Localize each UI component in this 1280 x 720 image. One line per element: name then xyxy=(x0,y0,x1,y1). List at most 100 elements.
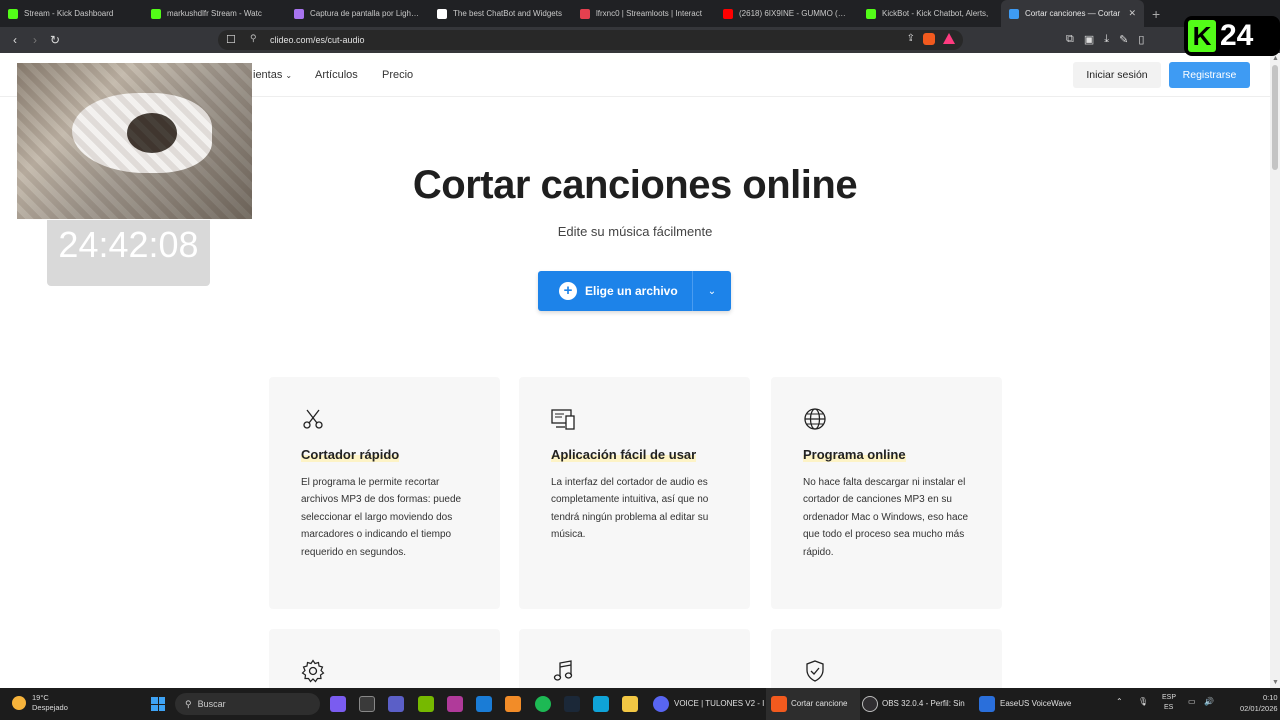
browser-tab-title: Captura de pantalla por Lightsh xyxy=(310,9,421,18)
browser-tab[interactable]: Stream - Kick Dashboard xyxy=(0,0,143,27)
taskbar-voice-label[interactable]: VOICE | TULONES V2 - I xyxy=(674,699,764,708)
address-bar[interactable]: ☐ ⚲ clideo.com/es/cut-audio ⇪ xyxy=(218,30,963,50)
brave-app-icon[interactable] xyxy=(771,696,787,712)
extensions-icon[interactable]: ⧉ xyxy=(1066,33,1074,46)
weather-temp: 19°C xyxy=(32,693,49,702)
globe-icon xyxy=(804,408,826,430)
share-icon[interactable]: ⇪ xyxy=(907,33,915,45)
browser-tab[interactable]: The best ChatBot and Widgets xyxy=(429,0,572,27)
browser-toolbar: ‹ › ↻ ☐ ⚲ clideo.com/es/cut-audio ⇪ ⧉ ▣ … xyxy=(0,27,1280,53)
brave-rewards-icon[interactable] xyxy=(943,33,955,44)
music-note-icon xyxy=(553,660,573,681)
tab-search-icon[interactable]: ▣ xyxy=(1084,33,1094,46)
app-icon[interactable] xyxy=(447,696,463,712)
taskbar-search[interactable]: ⚲ Buscar xyxy=(175,693,320,715)
tray-chevron-up-icon[interactable]: ⌃ xyxy=(1116,697,1123,706)
download-icon[interactable]: ⤓ xyxy=(1104,33,1109,46)
scrollbar-thumb[interactable] xyxy=(1272,65,1278,170)
forward-icon[interactable]: › xyxy=(25,33,45,47)
youtube-icon xyxy=(723,8,733,19)
sidebar-icon[interactable]: ▯ xyxy=(1138,33,1144,46)
taskbar-browser-label[interactable]: Cortar cancione xyxy=(791,699,847,708)
network-icon[interactable]: ▭ xyxy=(1188,697,1196,706)
page-scrollbar[interactable]: ▲ ▼ xyxy=(1270,53,1280,688)
language-indicator[interactable]: ESP ES xyxy=(1162,693,1176,713)
kickbot-icon xyxy=(866,8,876,19)
taskbar-clock[interactable]: 0:10 02/01/2026 xyxy=(1240,692,1278,714)
edge-app-icon[interactable] xyxy=(593,696,609,712)
reload-icon[interactable]: ↻ xyxy=(45,33,65,47)
stream-timer: 24:42:08 xyxy=(47,220,210,286)
choose-file-main[interactable]: + Elige un archivo xyxy=(538,271,693,311)
nav-price-link[interactable]: Precio xyxy=(382,69,413,81)
feather-icon xyxy=(294,8,304,19)
nav-articles-link[interactable]: Artículos xyxy=(315,69,358,81)
browser-tab[interactable]: lfrxnc0 | Streamloots | Interact xyxy=(572,0,715,27)
weather-widget[interactable]: 19°C Despejado xyxy=(12,693,68,713)
copilot-app-icon[interactable] xyxy=(330,696,346,712)
feature-title: Programa online xyxy=(803,447,906,462)
weather-desc: Despejado xyxy=(32,703,68,712)
browser-tab-title: (2618) 6IX9INE - GUMMO (OFF xyxy=(739,9,850,18)
site-info-icon[interactable]: ⚲ xyxy=(250,33,257,44)
discord-app-icon[interactable] xyxy=(653,696,669,712)
new-tab-button[interactable]: + xyxy=(1152,6,1160,22)
scroll-up-icon[interactable]: ▲ xyxy=(1272,55,1279,62)
scroll-down-icon[interactable]: ▼ xyxy=(1272,679,1279,686)
choose-file-button[interactable]: + Elige un archivo ⌄ xyxy=(538,271,731,311)
app-icon[interactable] xyxy=(476,696,492,712)
edit-icon[interactable]: ✎ xyxy=(1119,33,1128,46)
nav-tools-link[interactable]: ientas ⌄ xyxy=(253,69,292,81)
spotify-app-icon[interactable] xyxy=(535,696,551,712)
bookmark-icon[interactable]: ☐ xyxy=(226,33,236,46)
browser-tab[interactable]: Cortar canciones — Cortar ✕ xyxy=(1001,0,1144,27)
browser-tab[interactable]: markushdlfr Stream - Watc xyxy=(143,0,286,27)
teams-app-icon[interactable] xyxy=(388,696,404,712)
browser-tab-title: lfrxnc0 | Streamloots | Interact xyxy=(596,9,702,18)
webcam-overlay xyxy=(17,63,252,219)
kick-icon xyxy=(151,8,161,19)
clideo-icon xyxy=(1009,8,1019,19)
feature-title: Aplicación fácil de usar xyxy=(551,447,697,462)
chevron-down-icon: ⌄ xyxy=(285,71,293,80)
folder-app-icon[interactable] xyxy=(622,696,638,712)
nvidia-app-icon[interactable] xyxy=(418,696,434,712)
search-icon: ⚲ xyxy=(185,698,192,709)
feature-card: Programa online No hace falta descargar … xyxy=(771,377,1002,609)
choose-file-label: Elige un archivo xyxy=(585,284,678,298)
browser-tab-title: Stream - Kick Dashboard xyxy=(24,9,114,18)
taskbar-obs-label[interactable]: OBS 32.0.4 - Perfil: Sin xyxy=(882,699,965,708)
feature-card xyxy=(269,629,500,688)
shield-check-icon xyxy=(806,660,824,682)
feature-title: Cortador rápido xyxy=(301,447,400,462)
plus-circle-icon: + xyxy=(559,282,577,300)
brave-shield-icon[interactable] xyxy=(923,33,935,45)
browser-tab[interactable]: (2618) 6IX9INE - GUMMO (OFF xyxy=(715,0,858,27)
browser-tab[interactable]: Captura de pantalla por Lightsh xyxy=(286,0,429,27)
blanket-texture xyxy=(17,63,252,219)
url-text: clideo.com/es/cut-audio xyxy=(270,35,365,45)
nav-tools-label: ientas xyxy=(253,69,283,81)
chevron-down-icon[interactable]: ⌄ xyxy=(693,286,731,297)
feature-text: No hace falta descargar ni instalar el c… xyxy=(803,477,969,558)
close-tab-icon[interactable]: ✕ xyxy=(1128,8,1136,19)
back-icon[interactable]: ‹ xyxy=(5,33,25,47)
microphone-icon[interactable]: 🎙 xyxy=(1138,697,1148,706)
steam-app-icon[interactable] xyxy=(564,696,580,712)
windows-start-icon[interactable] xyxy=(151,697,165,711)
volume-icon[interactable]: 🔊 xyxy=(1204,697,1214,706)
easeus-app-icon[interactable] xyxy=(979,696,995,712)
register-button[interactable]: Registrarse xyxy=(1169,62,1250,88)
store-app-icon[interactable] xyxy=(359,696,375,712)
browser-tab-title: Cortar canciones — Cortar xyxy=(1025,9,1121,18)
streamloots-icon xyxy=(580,8,590,19)
browser-tab[interactable]: KickBot - Kick Chatbot, Alerts, xyxy=(858,0,1001,27)
obs-app-icon[interactable] xyxy=(862,696,878,712)
feature-card: Aplicación fácil de usar La interfaz del… xyxy=(519,377,750,609)
browser-tab-title: KickBot - Kick Chatbot, Alerts, xyxy=(882,9,989,18)
login-button[interactable]: Iniciar sesión xyxy=(1073,62,1161,88)
kick-viewer-badge: K 24 xyxy=(1184,16,1280,56)
app-icon[interactable] xyxy=(505,696,521,712)
taskbar-easeus-label[interactable]: EaseUS VoiceWave xyxy=(1000,699,1071,708)
windows-taskbar: 19°C Despejado ⚲ Buscar VOICE | TULONES … xyxy=(0,688,1280,720)
